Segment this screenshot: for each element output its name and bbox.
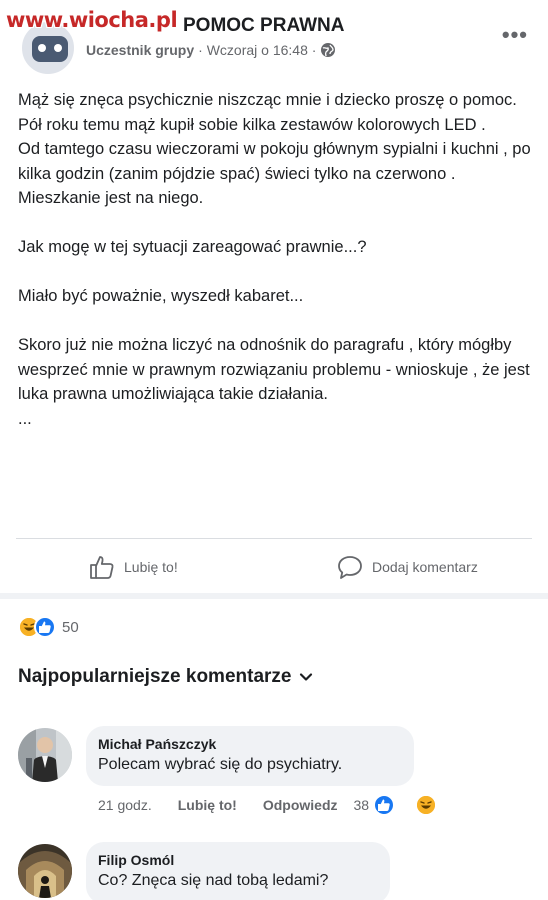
comment-time[interactable]: 21 godz. [98,797,152,813]
watermark-logo: www.wiocha.pl [6,8,178,32]
like-reaction-icon [34,616,56,638]
comment-like-button[interactable]: Lubię to! [178,797,237,813]
post-paragraph: ... [18,409,32,428]
comment-text: Polecam wybrać się do psychiatry. [98,756,343,773]
post-paragraph: Jak mogę w tej sytuacji zareagować prawn… [18,238,367,256]
post-paragraph: Od tamtego czasu wieczorami w pokoju głó… [18,140,531,183]
post-paragraph: Mąż się znęca psychicznie niszcząc mnie … [18,91,517,109]
comment-reaction-count: 38 [353,797,370,813]
divider [16,538,532,539]
thumbs-up-icon [90,556,114,579]
comment-bubble: Michał Pańszczyk Polecam wybrać się do p… [86,726,414,786]
comment-reply-button[interactable]: Odpowiedz [263,797,338,813]
commenter-avatar[interactable] [18,728,72,782]
comment-author[interactable]: Filip Osmól [98,850,376,870]
comments-sort-label: Najpopularniejsze komentarze [18,666,292,687]
globe-icon [321,43,336,57]
reactions-summary[interactable]: 50 [18,616,79,638]
post-paragraph: Skoro już nie można liczyć na odnośnik d… [18,336,530,403]
post-body: Mąż się znęca psychicznie niszcząc mnie … [18,88,534,431]
comment-text: Co? Znęca się nad tobą ledami? [98,872,329,889]
post-paragraph: Miało być poważnie, wyszedł kabaret... [18,287,304,305]
comment-actions: 21 godz. Lubię to! Odpowiedz 38 [98,794,463,816]
post-meta: Uczestnik grupy · Wczoraj o 16:48 · [86,42,336,58]
haha-reaction-icon [415,794,438,816]
post-action-bar: Lubię to! Dodaj komentarz [0,545,548,589]
group-name[interactable]: POMOC PRAWNA [183,15,345,37]
section-separator [0,593,548,599]
comment-icon [338,556,362,579]
comment-author[interactable]: Michał Pańszczyk [98,734,400,754]
comment-reactions[interactable]: 38 [354,794,464,816]
comment-button[interactable]: Dodaj komentarz [336,553,478,581]
post-paragraph: Mieszkanie jest na niego. [18,189,204,207]
commenter-avatar[interactable] [18,844,72,898]
comment-bubble: Filip Osmól Co? Znęca się nad tobą ledam… [86,842,390,900]
post-time[interactable]: · Wczoraj o 16:48 · [198,42,316,58]
like-reaction-icon [373,794,396,816]
chevron-down-icon [300,673,313,681]
like-button[interactable]: Lubię to! [88,553,178,581]
comments-sort-dropdown[interactable]: Najpopularniejsze komentarze [18,666,313,688]
more-options-icon[interactable]: ••• [502,22,528,48]
post-paragraph: Pół roku temu mąż kupił sobie kilka zest… [18,115,486,134]
author-role: Uczestnik grupy [86,42,195,58]
like-button-label: Lubię to! [124,559,178,575]
reaction-count: 50 [62,618,79,636]
comment-button-label: Dodaj komentarz [372,559,478,575]
